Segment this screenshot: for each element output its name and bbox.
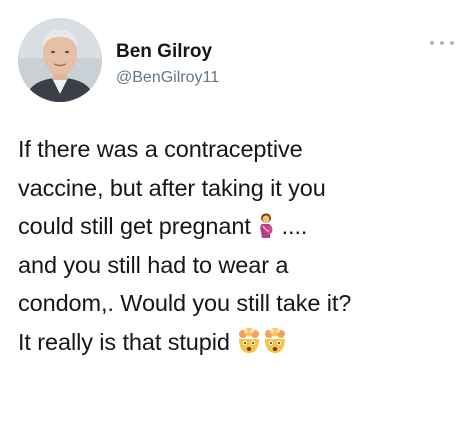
more-options-icon[interactable] xyxy=(430,36,454,50)
exploding-head-icon xyxy=(262,328,288,354)
dot xyxy=(440,41,444,45)
tweet-line: It really is that stupid xyxy=(18,323,458,362)
tweet-line: If there was a contraceptive xyxy=(18,136,303,162)
tweet-header: Ben Gilroy @BenGilroy11 xyxy=(18,18,458,104)
tweet-line-text: .... xyxy=(275,213,308,239)
tweet-line-text: It really is that stupid xyxy=(18,328,230,355)
user-handle[interactable]: @BenGilroy11 xyxy=(116,67,219,89)
tweet-text: If there was a contraceptive vaccine, bu… xyxy=(18,130,458,361)
display-name[interactable]: Ben Gilroy xyxy=(116,40,219,64)
tweet-line: and you still had to wear a xyxy=(18,251,289,278)
tweet-line: condom,. Would you still take it? xyxy=(18,290,352,316)
tweet-card: Ben Gilroy @BenGilroy11 If there was a c… xyxy=(0,0,471,438)
author-names: Ben Gilroy @BenGilroy11 xyxy=(116,40,219,89)
pregnant-woman-icon xyxy=(257,213,275,239)
tweet-line: vaccine, but after taking it you xyxy=(18,174,326,201)
tweet-line: could still get pregnant .... xyxy=(18,207,458,246)
dot xyxy=(430,41,434,45)
tweet-line-text: could still get pregnant xyxy=(18,213,251,239)
avatar[interactable] xyxy=(18,18,102,102)
dot xyxy=(450,41,454,45)
exploding-head-icon xyxy=(236,328,262,354)
